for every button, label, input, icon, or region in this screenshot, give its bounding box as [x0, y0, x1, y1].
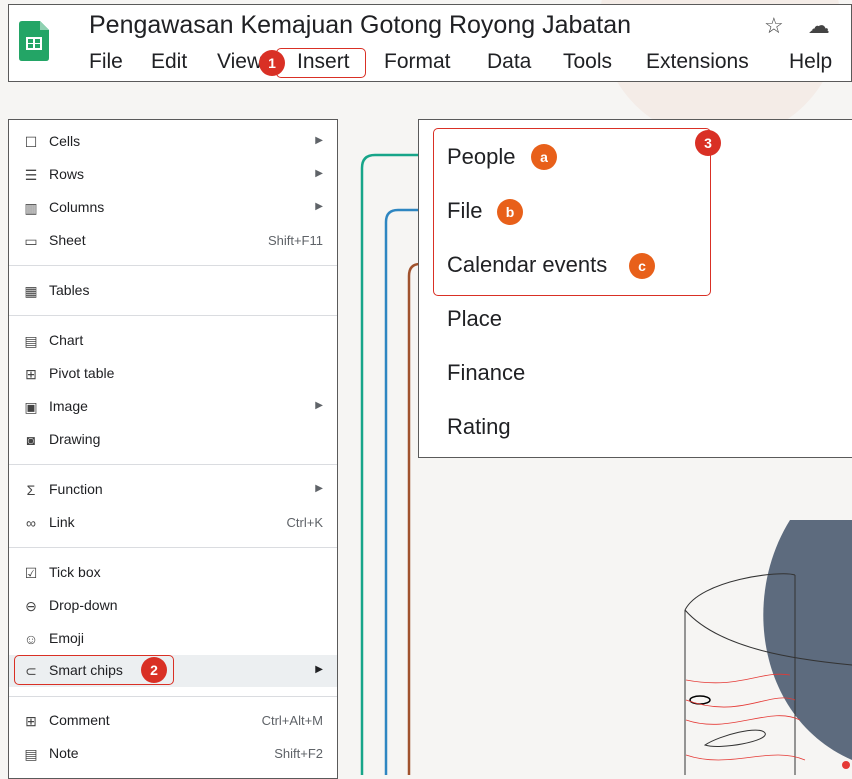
- submenu-item-place[interactable]: Place: [447, 306, 502, 332]
- submenu-item-rating[interactable]: Rating: [447, 414, 511, 440]
- step-badge-b: b: [497, 199, 523, 225]
- submenu-item-finance[interactable]: Finance: [447, 360, 525, 386]
- smart-chips-submenu: People File Calendar events Place Financ…: [418, 119, 852, 458]
- step-badge-a: a: [531, 144, 557, 170]
- step-badge-3: 3: [695, 130, 721, 156]
- smart-chips-options-highlight-box: [433, 128, 711, 296]
- step-badge-c: c: [629, 253, 655, 279]
